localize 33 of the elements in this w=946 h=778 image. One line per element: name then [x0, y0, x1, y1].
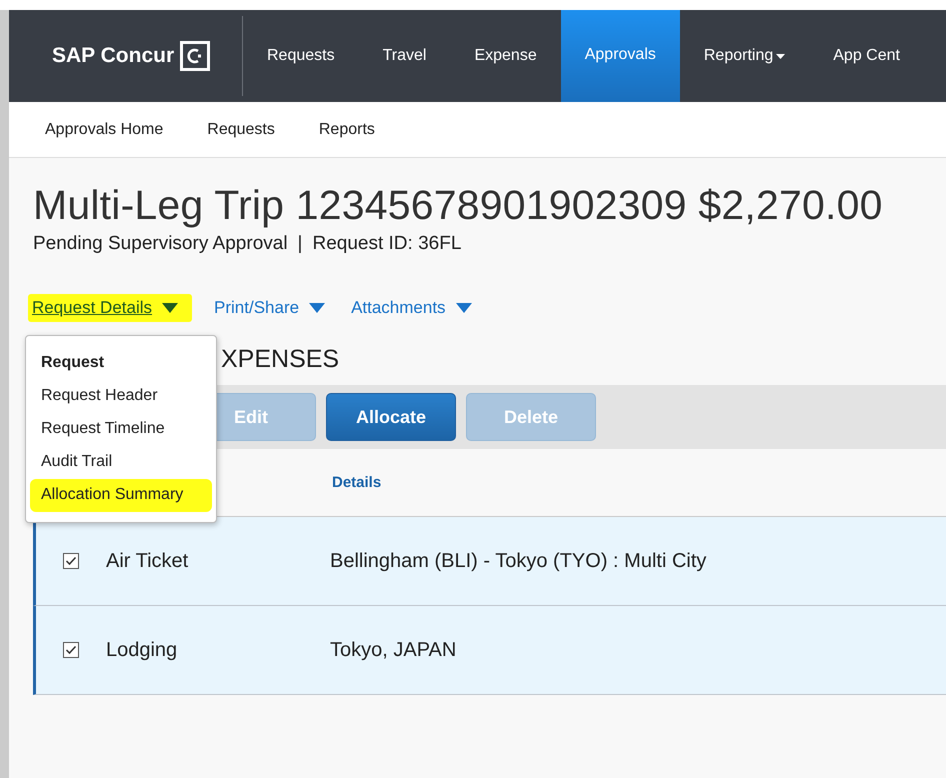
- table-cell: Bellingham (BLI) - Tokyo (TYO) : Multi City: [330, 550, 706, 572]
- logo-icon: [180, 41, 210, 71]
- nav-tab[interactable]: App Cent: [809, 10, 924, 102]
- subnav-link[interactable]: Approvals Home: [45, 120, 164, 138]
- subnav-link[interactable]: Reports: [318, 120, 375, 138]
- nav-tab[interactable]: Travel: [358, 10, 450, 102]
- caret-icon: [456, 303, 472, 313]
- checkbox[interactable]: [63, 553, 79, 569]
- checkbox[interactable]: [63, 642, 79, 658]
- caret-icon: [162, 303, 178, 313]
- table-cell-text: Air Ticket: [106, 550, 190, 572]
- dropdown-link[interactable]: Request Details: [28, 294, 192, 322]
- caret-icon: [309, 303, 326, 313]
- dropdown-link[interactable]: Attachments: [347, 298, 476, 318]
- subnav-link[interactable]: Requests: [207, 120, 275, 138]
- table-cell-text: Lodging: [106, 638, 178, 662]
- toolbar-button[interactable]: Allocate: [326, 393, 456, 441]
- menu-item[interactable]: Allocation Summary: [30, 479, 212, 512]
- page-title: Multi-Leg Trip 12345678901902309 $2,270.00: [33, 182, 884, 229]
- nav-tab[interactable]: Requests: [243, 10, 359, 102]
- table-cell: Tokyo, JAPAN: [330, 638, 456, 662]
- section-heading: XPENSES: [221, 344, 340, 374]
- menu-heading: Request: [40, 353, 106, 373]
- nav-tab[interactable]: Reporting: [680, 10, 810, 102]
- menu-item[interactable]: Audit Trail: [26, 446, 216, 479]
- nav-tab[interactable]: Approvals: [560, 10, 680, 102]
- dropdown-link[interactable]: Print/Share: [210, 298, 330, 318]
- separator-text: |: [298, 233, 302, 255]
- logo-text: SAP Concur: [52, 44, 174, 68]
- column-header: Details: [332, 474, 382, 491]
- request-id: Request ID: 36FL: [312, 233, 462, 255]
- nav-tab[interactable]: Expense: [450, 10, 561, 102]
- status-text: Pending Supervisory Approval: [33, 233, 288, 255]
